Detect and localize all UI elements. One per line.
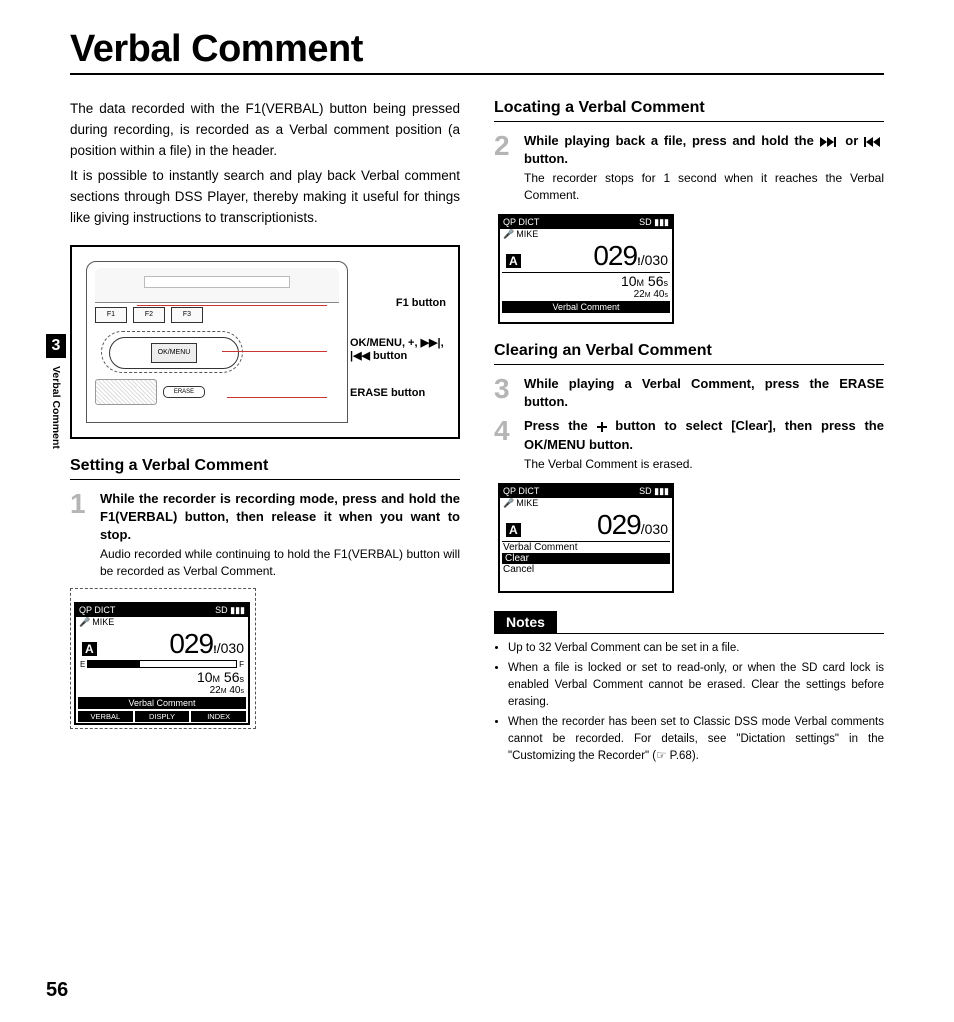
- step-number-2: 2: [494, 132, 514, 204]
- step3-text: While playing a Verbal Comment, press th…: [524, 376, 884, 409]
- step1-text: While the recorder is recording mode, pr…: [100, 491, 460, 542]
- erase-key: ERASE: [163, 386, 205, 398]
- step1-sub: Audio recorded while continuing to hold …: [100, 546, 460, 580]
- speaker-grille: [95, 379, 157, 405]
- page-number: 56: [46, 979, 68, 1002]
- step4-sub: The Verbal Comment is erased.: [524, 456, 884, 473]
- label-okmenu: OK/MENU, +, ▶▶|, |◀◀ button: [350, 337, 446, 363]
- chapter-tab: 3 Verbal Comment: [46, 334, 66, 459]
- intro-paragraph-2: It is possible to instantly search and p…: [70, 166, 460, 229]
- notes-list: Up to 32 Verbal Comment can be set in a …: [494, 640, 884, 765]
- device-diagram: F1 F2 F3 OK/MENU ERASE F1 button: [70, 245, 460, 439]
- lcd-setting: QP DICT SD ▮▮▮ 🎤 MIKE A 029!/030 EF 10M …: [74, 602, 250, 725]
- plus-icon: [597, 418, 607, 433]
- ok-menu-key: OK/MENU: [151, 343, 197, 363]
- lcd-clearing: QP DICT SD ▮▮▮ 🎤 MIKE A 029/030 Verbal C…: [498, 483, 674, 593]
- step-number-3: 3: [494, 375, 514, 411]
- label-f1: F1 button: [396, 297, 446, 310]
- step4-text: Press the button to select [Clear], then…: [524, 418, 884, 451]
- section-clearing: Clearing an Verbal Comment: [494, 342, 884, 365]
- f3-key: F3: [171, 307, 203, 323]
- notes-heading: Notes: [494, 611, 557, 633]
- step2-text: While playing back a file, press and hol…: [524, 133, 884, 166]
- f2-key: F2: [133, 307, 165, 323]
- chapter-label: Verbal Comment: [50, 358, 62, 459]
- option-clear: Clear: [502, 553, 670, 564]
- label-erase: ERASE button: [350, 387, 446, 400]
- f1-key: F1: [95, 307, 127, 323]
- ffwd-icon: [820, 133, 840, 148]
- lcd-locating: QP DICT SD ▮▮▮ 🎤 MIKE A 029!/030 10M 56s…: [498, 214, 674, 324]
- section-locating: Locating a Verbal Comment: [494, 99, 884, 122]
- option-cancel: Cancel: [500, 564, 672, 575]
- page-title: Verbal Comment: [70, 28, 884, 75]
- rew-icon: [864, 133, 884, 148]
- intro-paragraph-1: The data recorded with the F1(VERBAL) bu…: [70, 99, 460, 162]
- step-number-1: 1: [70, 490, 90, 580]
- section-setting: Setting a Verbal Comment: [70, 457, 460, 480]
- step2-sub: The recorder stops for 1 second when it …: [524, 170, 884, 204]
- step-number-4: 4: [494, 417, 514, 472]
- chapter-number: 3: [46, 334, 66, 358]
